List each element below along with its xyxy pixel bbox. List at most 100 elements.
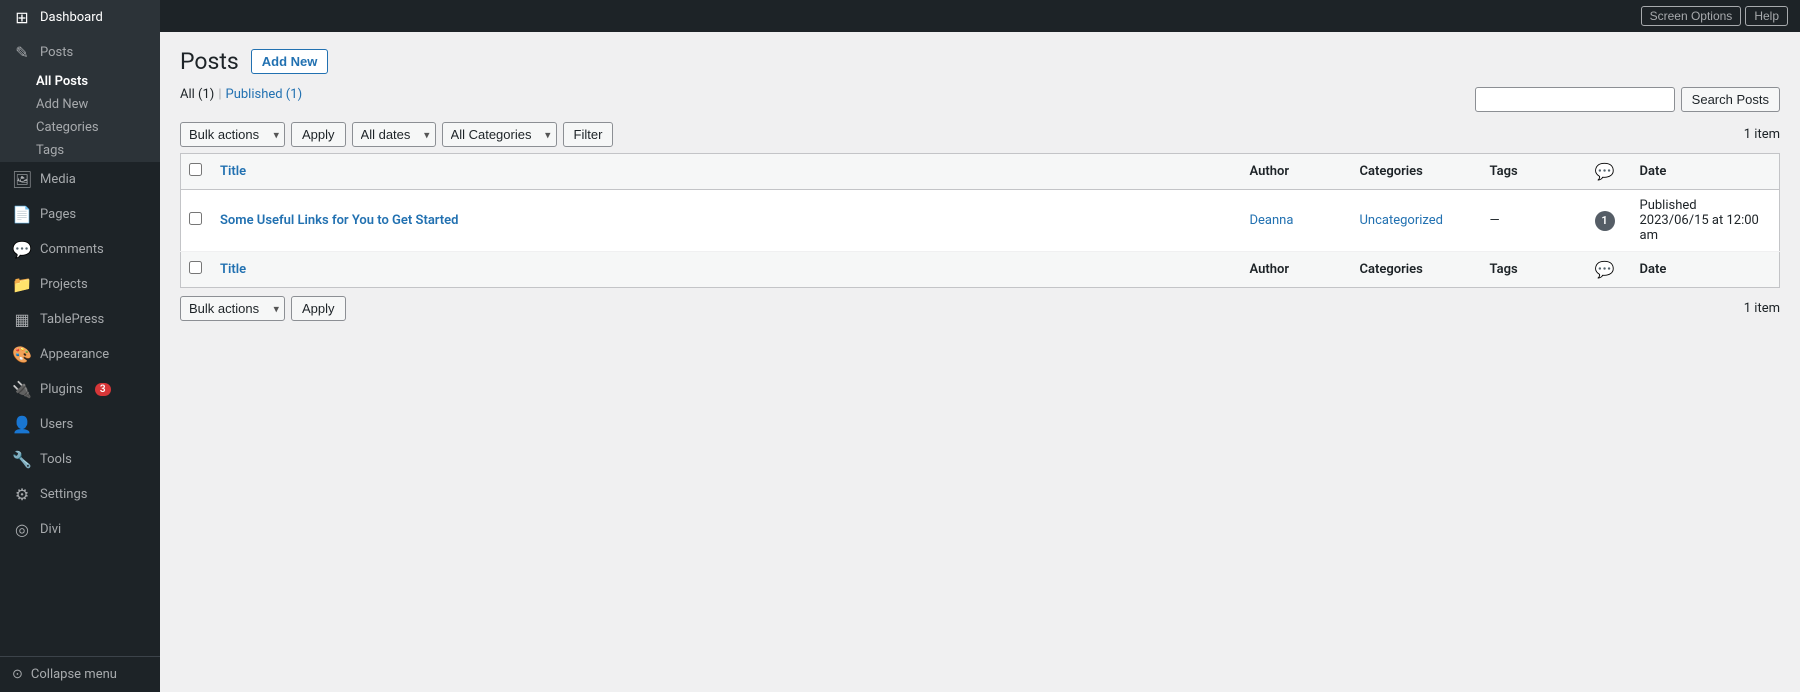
settings-icon: ⚙ xyxy=(12,485,32,504)
posts-submenu-group: ✎ Posts All Posts Add New Categories Tag… xyxy=(0,35,160,162)
add-new-button[interactable]: Add New xyxy=(251,49,329,74)
th-author: Author xyxy=(1240,154,1350,190)
sidebar-item-tools[interactable]: 🔧 Tools xyxy=(0,442,160,477)
filter-search-row: Search Posts All (1) | Published (1) xyxy=(180,87,1780,122)
all-categories-wrap: All Categories xyxy=(442,122,557,147)
sidebar-item-label: Comments xyxy=(40,242,104,257)
collapse-menu[interactable]: ⊙ Collapse menu xyxy=(0,656,160,692)
appearance-icon: 🎨 xyxy=(12,345,32,364)
all-categories-select[interactable]: All Categories xyxy=(442,122,557,147)
sidebar-item-divi[interactable]: ◎ Divi xyxy=(0,512,160,547)
th-title[interactable]: Title xyxy=(210,154,1240,190)
bulk-actions-select-top[interactable]: Bulk actions xyxy=(180,122,285,147)
sidebar-item-label: Media xyxy=(40,172,76,187)
sidebar-item-label: Appearance xyxy=(40,347,109,362)
sidebar-item-dashboard[interactable]: ⊞ Dashboard xyxy=(0,0,160,35)
th-comments: 💬 xyxy=(1580,154,1630,190)
help-button[interactable]: Help xyxy=(1745,6,1788,26)
row-title-cell: Some Useful Links for You to Get Started xyxy=(210,190,1240,252)
tf-date[interactable]: Date xyxy=(1630,252,1780,288)
all-dates-select[interactable]: All dates xyxy=(352,122,436,147)
row-tags-cell: — xyxy=(1480,190,1580,252)
projects-icon: 📁 xyxy=(12,275,32,294)
th-categories: Categories xyxy=(1350,154,1480,190)
table-row: Some Useful Links for You to Get Started… xyxy=(181,190,1780,252)
collapse-label: Collapse menu xyxy=(31,667,117,682)
tf-categories: Categories xyxy=(1350,252,1480,288)
date-value: 2023/06/15 at 12:00 am xyxy=(1640,213,1759,243)
sidebar-item-projects[interactable]: 📁 Projects xyxy=(0,267,160,302)
sidebar-item-posts[interactable]: ✎ Posts xyxy=(0,35,160,70)
screen-options-button[interactable]: Screen Options xyxy=(1641,6,1742,26)
item-count-bottom: 1 item xyxy=(1744,301,1780,316)
apply-button-bottom[interactable]: Apply xyxy=(291,296,346,321)
main-area: Screen Options Help Posts Add New Search… xyxy=(160,0,1800,692)
filter-published[interactable]: Published (1) xyxy=(226,87,303,102)
bulk-actions-wrap-top: Bulk actions xyxy=(180,122,285,147)
topbar: Screen Options Help xyxy=(160,0,1800,32)
sidebar-item-label: Settings xyxy=(40,487,87,502)
sidebar-item-appearance[interactable]: 🎨 Appearance xyxy=(0,337,160,372)
all-dates-wrap: All dates xyxy=(352,122,436,147)
sidebar-item-label: Users xyxy=(40,417,73,432)
sidebar-item-media[interactable]: 🖼 Media xyxy=(0,162,160,197)
collapse-icon: ⊙ xyxy=(12,667,23,682)
plugins-icon: 🔌 xyxy=(12,380,32,399)
content-area: Posts Add New Search Posts All (1) | Pub… xyxy=(160,32,1800,692)
search-input[interactable] xyxy=(1475,87,1675,112)
bulk-actions-select-bottom[interactable]: Bulk actions xyxy=(180,296,285,321)
tablepress-icon: ▦ xyxy=(12,310,32,329)
row-checkbox[interactable] xyxy=(189,212,202,225)
select-all-checkbox-bottom[interactable] xyxy=(189,261,202,274)
posts-table: Title Author Categories Tags 💬 Date xyxy=(180,153,1780,288)
filter-all[interactable]: All (1) xyxy=(180,87,214,102)
post-title-link[interactable]: Some Useful Links for You to Get Started xyxy=(220,213,458,228)
sidebar-item-label: Tools xyxy=(40,452,72,467)
date-status-label: Published xyxy=(1640,198,1697,213)
sidebar-sub-tags[interactable]: Tags xyxy=(0,139,160,162)
tf-comments: 💬 xyxy=(1580,252,1630,288)
th-checkbox xyxy=(181,154,211,190)
sidebar-item-comments[interactable]: 💬 Comments xyxy=(0,232,160,267)
select-all-checkbox[interactable] xyxy=(189,163,202,176)
row-comments-cell: 1 xyxy=(1580,190,1630,252)
page-title: Posts xyxy=(180,48,239,75)
bottom-actions-bar: Bulk actions Apply 1 item xyxy=(180,296,1780,321)
sidebar: ⊞ Dashboard ✎ Posts All Posts Add New Ca… xyxy=(0,0,160,692)
sidebar-item-label: Pages xyxy=(40,207,76,222)
row-date-cell: Published 2023/06/15 at 12:00 am xyxy=(1630,190,1780,252)
th-date[interactable]: Date xyxy=(1630,154,1780,190)
author-link[interactable]: Deanna xyxy=(1250,213,1294,228)
category-link[interactable]: Uncategorized xyxy=(1360,213,1443,228)
sidebar-sub-add-new[interactable]: Add New xyxy=(0,93,160,116)
date-status: Published 2023/06/15 at 12:00 am xyxy=(1640,198,1759,243)
sidebar-item-label: Dashboard xyxy=(40,10,103,25)
tf-checkbox xyxy=(181,252,211,288)
comment-count-badge[interactable]: 1 xyxy=(1595,211,1615,231)
filter-links: All (1) | Published (1) xyxy=(180,87,1475,102)
search-area: Search Posts xyxy=(1475,87,1780,112)
row-categories-cell: Uncategorized xyxy=(1350,190,1480,252)
sidebar-item-pages[interactable]: 📄 Pages xyxy=(0,197,160,232)
filter-button[interactable]: Filter xyxy=(563,122,614,147)
media-icon: 🖼 xyxy=(12,170,32,189)
table-footer-row: Title Author Categories Tags 💬 Date xyxy=(181,252,1780,288)
sidebar-sub-categories[interactable]: Categories xyxy=(0,116,160,139)
sidebar-item-label: Divi xyxy=(40,522,61,537)
sidebar-sub-all-posts[interactable]: All Posts xyxy=(0,70,160,93)
sidebar-item-plugins[interactable]: 🔌 Plugins 3 xyxy=(0,372,160,407)
tf-title[interactable]: Title xyxy=(210,252,1240,288)
pages-icon: 📄 xyxy=(12,205,32,224)
search-posts-button[interactable]: Search Posts xyxy=(1681,87,1780,112)
sidebar-item-label: TablePress xyxy=(40,312,104,327)
top-actions-bar: Bulk actions Apply All dates All Categor… xyxy=(180,122,1780,147)
apply-button-top[interactable]: Apply xyxy=(291,122,346,147)
page-header: Posts Add New xyxy=(180,48,1780,75)
comment-header-icon: 💬 xyxy=(1595,162,1615,181)
posts-icon: ✎ xyxy=(12,43,32,62)
sidebar-item-settings[interactable]: ⚙ Settings xyxy=(0,477,160,512)
plugins-badge: 3 xyxy=(95,383,111,396)
sidebar-item-tablepress[interactable]: ▦ TablePress xyxy=(0,302,160,337)
sidebar-item-users[interactable]: 👤 Users xyxy=(0,407,160,442)
sidebar-item-label: Plugins xyxy=(40,382,83,397)
